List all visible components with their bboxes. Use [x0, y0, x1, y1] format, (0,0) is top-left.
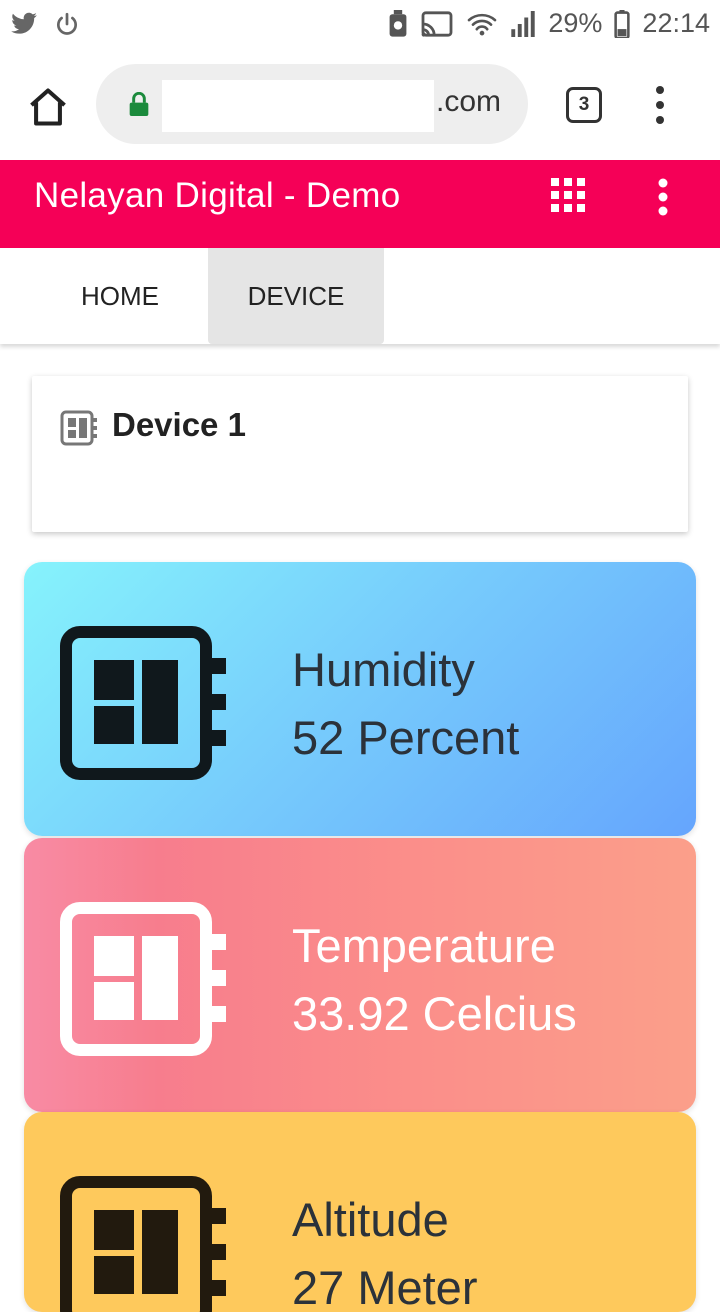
chip-icon: [60, 1176, 226, 1312]
device-title: Device 1: [112, 406, 246, 443]
device-card[interactable]: Device 1: [32, 376, 688, 532]
sensor-value: 52 Percent: [292, 711, 520, 764]
twitter-icon: [11, 12, 37, 34]
url-redaction: [162, 80, 434, 132]
chip-icon: [60, 626, 226, 780]
apps-grid-icon[interactable]: [551, 178, 585, 212]
cast-icon: [421, 10, 453, 37]
browser-toolbar: .com 3: [0, 52, 720, 160]
sensor-label: Altitude: [292, 1193, 449, 1246]
lock-icon: [129, 92, 149, 116]
app-bar: Nelayan Digital - Demo: [0, 160, 720, 248]
url-text: .com: [436, 85, 502, 118]
altitude-card[interactable]: Altitude 27 Meter: [24, 1112, 696, 1312]
tab-device[interactable]: DEVICE: [208, 248, 384, 344]
more-vert-icon[interactable]: [656, 178, 670, 216]
battery-saver-icon: [389, 9, 407, 37]
chip-icon: [60, 410, 97, 446]
sensor-label: Temperature: [292, 919, 556, 972]
home-icon[interactable]: [26, 85, 70, 129]
sensor-value: 33.92 Celcius: [292, 987, 577, 1040]
battery-icon: [614, 9, 631, 38]
sensor-value: 27 Meter: [292, 1261, 478, 1312]
sensor-label: Humidity: [292, 643, 475, 696]
nav-tabs: HOME DEVICE: [0, 248, 720, 344]
chip-icon: [60, 902, 226, 1056]
app-title: Nelayan Digital - Demo: [34, 176, 401, 215]
signal-icon: [511, 10, 536, 37]
wifi-icon: [468, 13, 497, 35]
tab-home[interactable]: HOME: [32, 248, 208, 344]
power-icon: [57, 12, 77, 35]
tab-switcher-button[interactable]: 3: [566, 87, 602, 123]
clock: 22:14: [642, 8, 710, 38]
temperature-card[interactable]: Temperature 33.92 Celcius: [24, 838, 696, 1112]
battery-percent: 29%: [548, 8, 603, 38]
status-bar: 29% 22:14: [0, 0, 720, 52]
humidity-card[interactable]: Humidity 52 Percent: [24, 562, 696, 836]
address-bar[interactable]: .com: [96, 64, 528, 144]
browser-menu-icon[interactable]: [654, 85, 666, 125]
